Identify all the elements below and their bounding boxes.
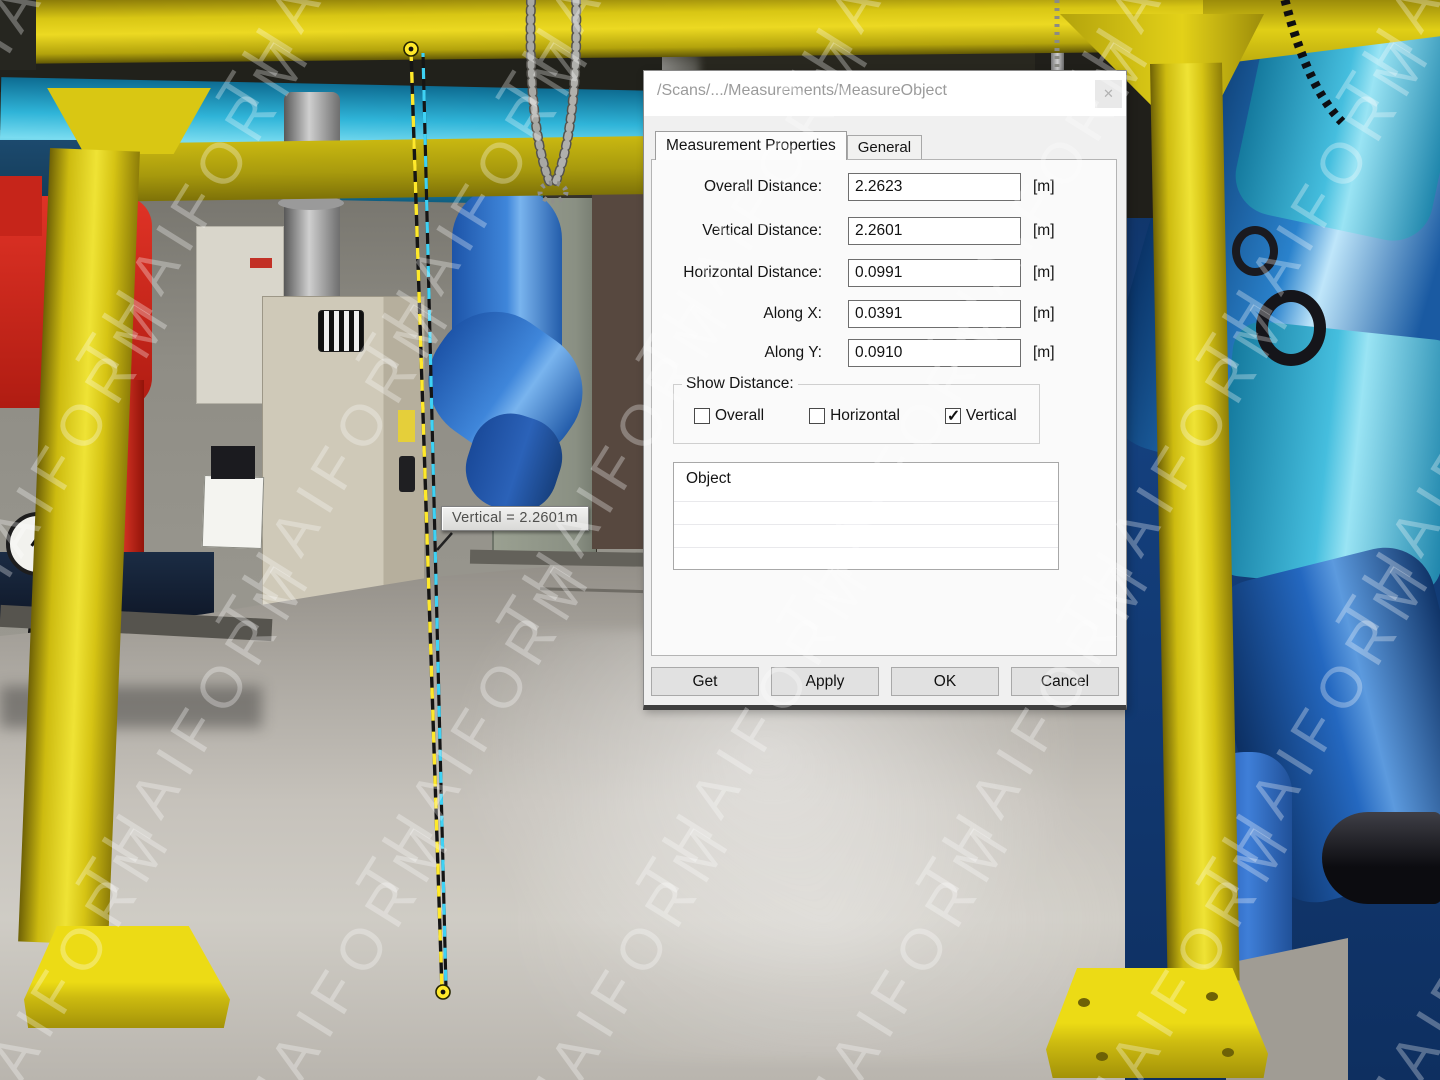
object-list-row[interactable] [674,524,1058,547]
field-row: Along Y: [m] [652,339,1116,367]
along-x-label: Along X: [652,305,822,323]
overall-distance-label: Overall Distance: [652,178,822,196]
along-y-input[interactable] [848,339,1021,367]
unit-label: [m] [1033,178,1055,196]
horizontal-distance-input[interactable] [848,259,1021,287]
scan-viewer-screen: Vertical = 2.2601m /Scans/.../Measuremen… [0,0,1440,1080]
measure-object-dialog: /Scans/.../Measurements/MeasureObject ✕ … [643,70,1127,710]
apply-button[interactable]: Apply [771,667,879,696]
dialog-titlebar[interactable]: /Scans/.../Measurements/MeasureObject ✕ [644,71,1126,116]
vertical-distance-input[interactable] [848,217,1021,245]
horizontal-checkbox[interactable] [809,408,825,424]
field-row: Overall Distance: [m] [652,173,1116,201]
ok-button[interactable]: OK [891,667,999,696]
object-list-row[interactable] [674,501,1058,524]
cancel-button[interactable]: Cancel [1011,667,1119,696]
overall-checkbox-label: Overall [715,407,764,425]
field-row: Along X: [m] [652,300,1116,328]
unit-label: [m] [1033,344,1055,362]
object-list[interactable]: Object [673,462,1059,570]
dialog-tabs: Measurement Properties General [655,131,922,159]
measure-point-bottom-dot [441,990,446,995]
horizontal-distance-label: Horizontal Distance: [652,264,822,282]
show-distance-group: Show Distance: Overall Horizontal Vertic… [673,384,1040,444]
checkbox-overall[interactable]: Overall [694,407,764,425]
measurement-tooltip: Vertical = 2.2601m [441,506,589,531]
horizontal-checkbox-label: Horizontal [830,407,900,425]
field-row: Vertical Distance: [m] [652,217,1116,245]
vertical-checkbox[interactable] [945,408,961,424]
black-hose [1285,0,1342,122]
vertical-distance-label: Vertical Distance: [652,222,822,240]
field-row: Horizontal Distance: [m] [652,259,1116,287]
unit-label: [m] [1033,222,1055,240]
checkbox-horizontal[interactable]: Horizontal [809,407,900,425]
object-list-row[interactable] [674,547,1058,570]
overall-checkbox[interactable] [694,408,710,424]
measurement-properties-panel: Overall Distance: [m] Vertical Distance:… [651,159,1117,656]
chain [554,0,576,186]
along-x-input[interactable] [848,300,1021,328]
show-distance-options: Overall Horizontal Vertical [674,407,1039,425]
object-list-header: Object [674,463,1058,501]
chain-loop [540,183,566,201]
vertical-checkbox-label: Vertical [966,407,1017,425]
tab-measurement-properties[interactable]: Measurement Properties [655,131,847,160]
tab-general[interactable]: General [847,135,922,159]
measure-point-top-dot [409,47,414,52]
checkbox-vertical[interactable]: Vertical [945,407,1017,425]
unit-label: [m] [1033,264,1055,282]
dialog-buttons: Get Apply OK Cancel [651,667,1121,696]
along-y-label: Along Y: [652,344,822,362]
overall-distance-input[interactable] [848,173,1021,201]
close-icon[interactable]: ✕ [1095,80,1122,108]
dialog-title: /Scans/.../Measurements/MeasureObject [657,82,947,100]
chain [531,0,550,183]
tooltip-tail [437,533,452,550]
get-button[interactable]: Get [651,667,759,696]
unit-label: [m] [1033,305,1055,323]
show-distance-legend: Show Distance: [682,375,798,393]
